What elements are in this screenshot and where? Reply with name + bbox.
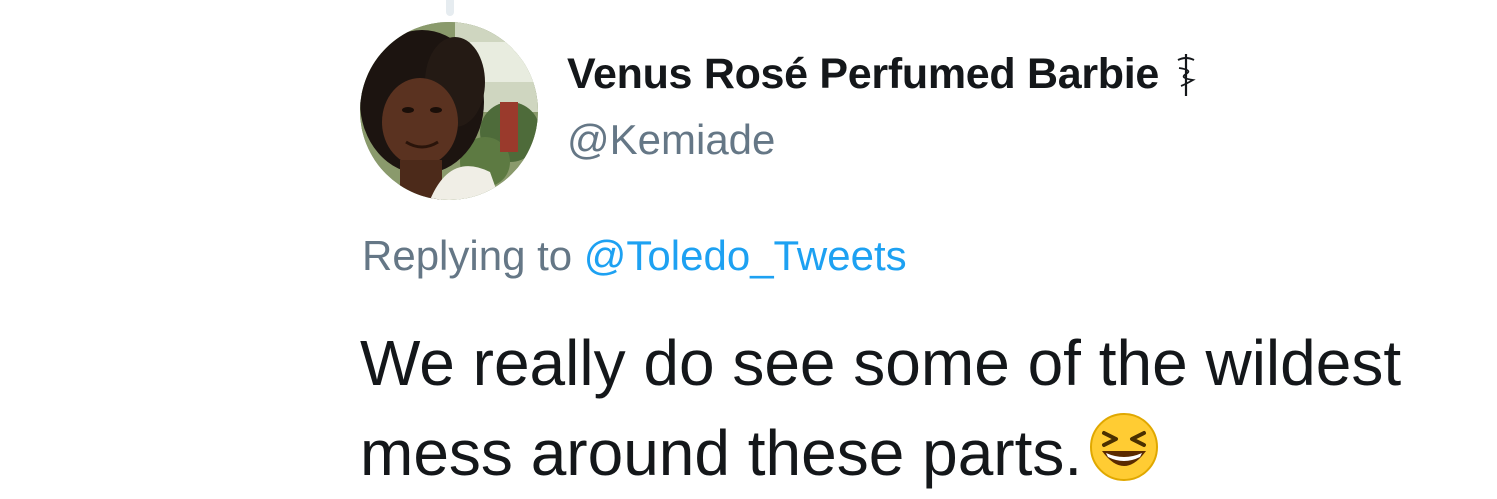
author-handle[interactable]: @Kemiade (567, 116, 775, 164)
tweet-card: Venus Rosé Perfumed Barbie @Kemiade Repl… (0, 0, 1497, 499)
tweet-text-line: We really do see some of the wildest (360, 327, 1402, 399)
staff-of-aesculapius-icon (1173, 52, 1199, 98)
tweet-text-line-content: mess around these parts. (360, 417, 1083, 489)
replying-to-label: Replying to (362, 232, 584, 279)
reply-mention-link[interactable]: @Toledo_Tweets (584, 232, 907, 279)
avatar-photo (360, 22, 538, 200)
reply-context: Replying to @Toledo_Tweets (362, 232, 907, 280)
tweet-text-line: mess around these parts. (360, 408, 1497, 498)
avatar[interactable] (360, 22, 538, 200)
grinning-squinting-face-icon (1088, 411, 1160, 483)
display-name[interactable]: Venus Rosé Perfumed Barbie (567, 50, 1159, 99)
author-row: Venus Rosé Perfumed Barbie (567, 50, 1199, 99)
tweet-text: We really do see some of the wildest mes… (360, 318, 1497, 498)
reply-thread-line (446, 0, 454, 16)
